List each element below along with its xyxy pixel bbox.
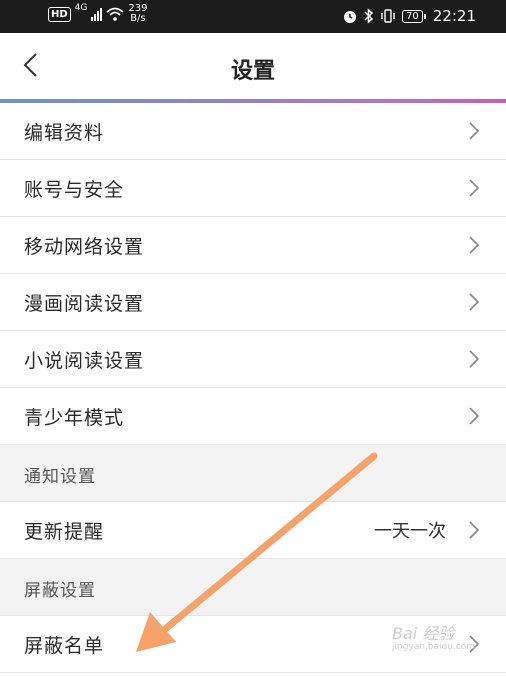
item-label: 移动网络设置 xyxy=(24,236,145,258)
item-value: 一天一次 xyxy=(374,521,446,542)
item-label: 小说阅读设置 xyxy=(24,350,145,372)
item-label: 青少年模式 xyxy=(24,407,125,429)
section-label: 屏蔽设置 xyxy=(24,581,96,601)
list-item-account-security[interactable]: 账号与安全 xyxy=(0,160,506,217)
status-right: 70 22:21 xyxy=(342,7,476,25)
list-item-update-reminder[interactable]: 更新提醒 一天一次 xyxy=(0,502,506,559)
speed-unit: B/s xyxy=(130,13,146,24)
item-label: 账号与安全 xyxy=(24,179,125,201)
hd-badge: HD xyxy=(48,6,71,22)
section-header-notifications: 通知设置 xyxy=(0,445,506,502)
list-item-edit-profile[interactable]: 编辑资料 xyxy=(0,103,506,160)
watermark-sub: jingyan.baidu.com xyxy=(392,642,476,652)
item-label: 编辑资料 xyxy=(24,122,105,144)
page-title: 设置 xyxy=(230,59,275,84)
chevron-right-icon xyxy=(469,236,480,254)
section-label: 通知设置 xyxy=(24,467,96,487)
chevron-right-icon xyxy=(469,179,480,197)
settings-list: 编辑资料 账号与安全 移动网络设置 漫画阅读设置 小说阅读设置 青少年模式 通知… xyxy=(0,103,506,673)
watermark-text: Bai 经验 xyxy=(392,624,455,643)
clock: 22:21 xyxy=(432,7,476,25)
chevron-right-icon xyxy=(469,521,480,539)
list-item-teen-mode[interactable]: 青少年模式 xyxy=(0,388,506,445)
chevron-right-icon xyxy=(469,350,480,368)
item-label: 漫画阅读设置 xyxy=(24,293,145,315)
network-speed: 239 B/s xyxy=(128,4,147,24)
section-header-block: 屏蔽设置 xyxy=(0,559,506,616)
signal-icon xyxy=(91,7,103,21)
chevron-right-icon xyxy=(469,122,480,140)
battery-icon: 70 xyxy=(402,9,426,23)
status-left: HD 4G 239 B/s xyxy=(48,3,147,24)
vibrate-icon xyxy=(381,9,395,23)
chevron-right-icon xyxy=(469,407,480,425)
wifi-icon xyxy=(106,7,124,21)
chevron-right-icon xyxy=(469,293,480,311)
watermark: Bai 经验 jingyan.baidu.com xyxy=(392,620,475,652)
alarm-icon xyxy=(344,11,357,23)
item-label: 更新提醒 xyxy=(24,521,105,543)
item-label: 屏蔽名单 xyxy=(24,635,105,657)
list-item-novel-reading[interactable]: 小说阅读设置 xyxy=(0,331,506,388)
list-item-mobile-network[interactable]: 移动网络设置 xyxy=(0,217,506,274)
list-item-comic-reading[interactable]: 漫画阅读设置 xyxy=(0,274,506,331)
network-type: 4G xyxy=(74,3,88,13)
bluetooth-icon xyxy=(364,8,374,24)
status-bar: HD 4G 239 B/s 70 22:21 xyxy=(0,0,506,33)
nav-bar: 设置 xyxy=(0,33,506,99)
